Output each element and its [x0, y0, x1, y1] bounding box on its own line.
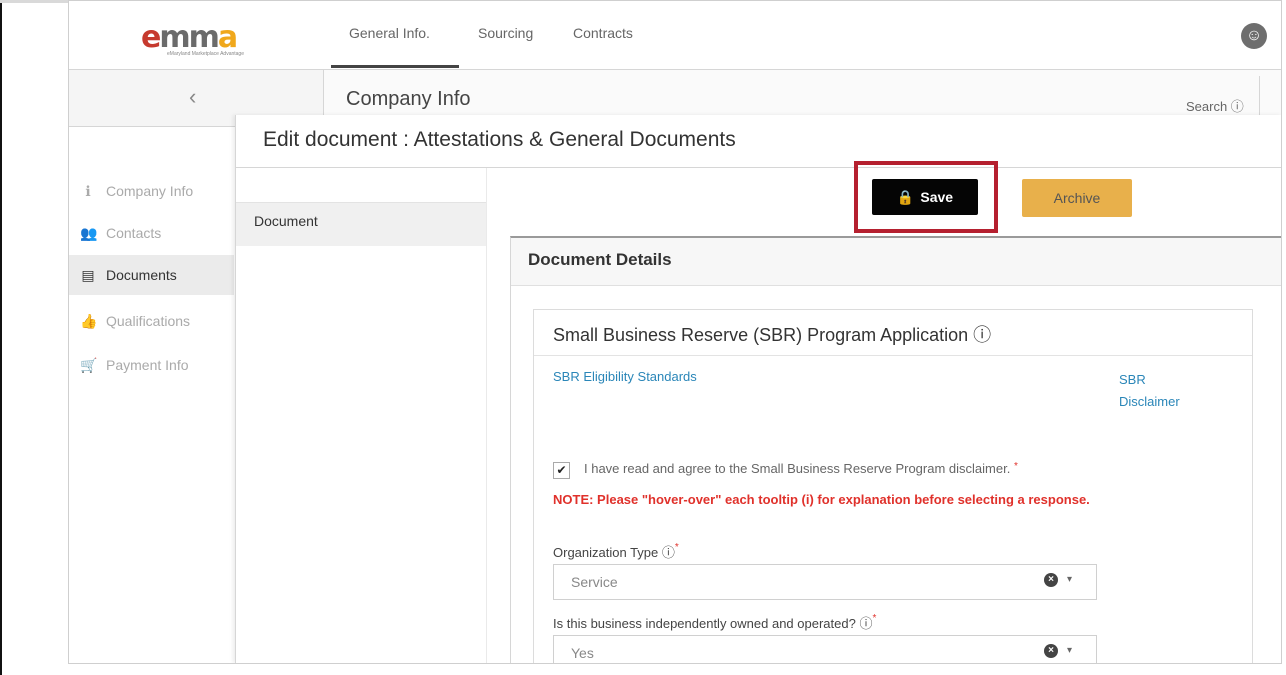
card-title: Small Business Reserve (SBR) Program App… — [553, 325, 992, 345]
document-details-section: Document Details Small Business Reserve … — [510, 236, 1281, 663]
agree-text: I have read and agree to the Small Busin… — [584, 461, 1011, 476]
contacts-icon: 👥 — [80, 224, 98, 241]
sidebar-item-qualifications[interactable]: 👍 Qualifications — [69, 301, 234, 341]
disclaimer-link-line-1: SBR — [1119, 372, 1146, 387]
book-icon: ▤ — [81, 266, 95, 283]
agree-checkbox[interactable]: ✔ — [553, 462, 570, 479]
required-marker: * — [872, 613, 877, 624]
checkmark-icon: ✔ — [556, 463, 567, 477]
chevron-left-icon: ‹ — [189, 84, 197, 109]
divider — [1259, 76, 1260, 120]
search-link[interactable]: Search ⓘ — [1186, 96, 1244, 115]
sidebar-item-label: Payment Info — [106, 357, 189, 373]
organization-type-select[interactable]: Service × ▾ — [553, 564, 1097, 600]
caret-down-icon[interactable]: ▾ — [1067, 574, 1072, 585]
save-button-label: Save — [920, 189, 954, 205]
sidebar-item-label: Contacts — [106, 225, 162, 241]
lock-icon: 🔒 — [896, 188, 915, 205]
emma-logo[interactable]: emma eMaryland Marketplace Advantage — [141, 20, 244, 58]
document-details-title: Document Details — [528, 250, 672, 269]
independently-owned-value: Yes — [571, 645, 594, 661]
save-button[interactable]: 🔒 Save — [872, 179, 978, 215]
required-marker: * — [674, 542, 679, 553]
modal-left-nav: Document — [236, 168, 487, 663]
organization-type-value: Service — [571, 574, 618, 590]
sidebar-item-label: Company Info — [106, 183, 194, 199]
logo-tagline: eMaryland Marketplace Advantage — [167, 51, 244, 57]
card-header: Small Business Reserve (SBR) Program App… — [534, 310, 1252, 356]
organization-type-label-text: Organization Type ⓘ — [553, 545, 675, 560]
modal-header: Edit document : Attestations & General D… — [236, 115, 1281, 168]
tooltip-note: NOTE: Please "hover-over" each tooltip (… — [553, 492, 1090, 507]
caret-down-icon[interactable]: ▾ — [1067, 645, 1072, 656]
active-tab-indicator — [331, 65, 459, 68]
sbr-disclaimer-link[interactable]: SBR Disclaimer — [1119, 369, 1180, 413]
tab-contracts[interactable]: Contracts — [573, 25, 633, 41]
sbr-eligibility-link[interactable]: SBR Eligibility Standards — [553, 369, 697, 384]
sidebar-item-documents[interactable]: ▤ Documents — [69, 255, 234, 295]
modal-left-spacer — [236, 172, 486, 203]
page-title: Company Info — [346, 88, 471, 110]
sidebar-item-label: Qualifications — [106, 313, 191, 329]
sidebar-item-contacts[interactable]: 👥 Contacts — [69, 213, 234, 253]
thumbs-up-icon: 👍 — [80, 312, 98, 329]
sbr-application-card: Small Business Reserve (SBR) Program App… — [533, 309, 1253, 663]
sidebar-item-payment-info[interactable]: 🛒 Payment Info — [69, 345, 234, 385]
cart-icon: 🛒 — [80, 356, 98, 373]
window-edge — [0, 0, 2, 675]
edit-document-panel: Edit document : Attestations & General D… — [235, 115, 1281, 663]
top-nav: emma eMaryland Marketplace Advantage Gen… — [69, 1, 1281, 70]
clear-icon[interactable]: × — [1044, 573, 1058, 587]
archive-button[interactable]: Archive — [1022, 179, 1132, 217]
tab-sourcing[interactable]: Sourcing — [478, 25, 533, 41]
modal-title: Edit document : Attestations & General D… — [263, 128, 736, 151]
required-marker: * — [1013, 461, 1018, 472]
agree-label: I have read and agree to the Small Busin… — [584, 461, 1018, 476]
logo-wordmark: emma — [141, 20, 238, 55]
tab-general-info[interactable]: General Info. — [349, 25, 430, 41]
document-details-header: Document Details — [511, 238, 1281, 286]
tab-document[interactable]: Document — [236, 203, 486, 246]
accessibility-icon[interactable]: ☺ — [1241, 23, 1267, 49]
independently-owned-label: Is this business independently owned and… — [553, 613, 876, 632]
info-icon: ℹ — [85, 182, 91, 199]
sidebar-item-label: Documents — [106, 267, 177, 283]
sidebar-item-company-info[interactable]: ℹ Company Info — [69, 171, 234, 211]
independently-owned-label-text: Is this business independently owned and… — [553, 616, 873, 631]
app-window: emma eMaryland Marketplace Advantage Gen… — [68, 0, 1282, 664]
organization-type-label: Organization Type ⓘ* — [553, 542, 679, 561]
independently-owned-select[interactable]: Yes × ▾ — [553, 635, 1097, 663]
clear-icon[interactable]: × — [1044, 644, 1058, 658]
disclaimer-link-line-2: Disclaimer — [1119, 394, 1180, 409]
